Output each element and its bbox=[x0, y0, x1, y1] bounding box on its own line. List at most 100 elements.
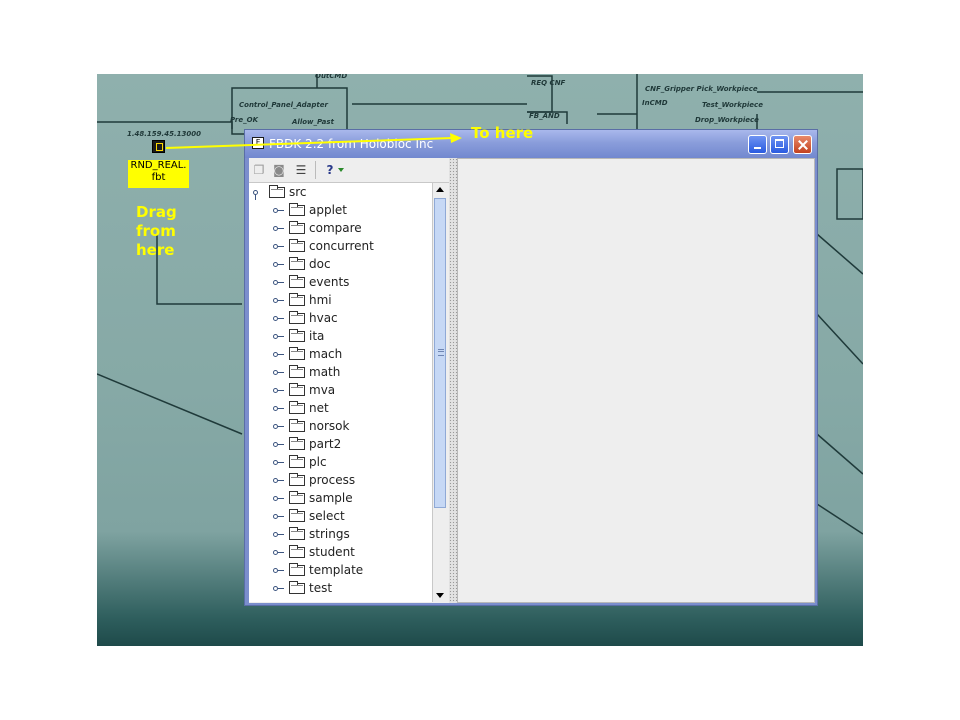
folder-icon bbox=[269, 185, 285, 198]
tree-item-label: concurrent bbox=[309, 239, 374, 253]
note-line-here: here bbox=[136, 241, 175, 259]
tree-item-label: hvac bbox=[309, 311, 338, 325]
close-button[interactable] bbox=[793, 135, 812, 154]
source-tree[interactable]: src applet compare concurrent doc events hmi hv… bbox=[249, 183, 432, 602]
bg-label-fb-and: FB_AND bbox=[529, 112, 560, 120]
bg-label-drop-workpiece: Drop_Workpiece bbox=[695, 116, 759, 124]
fbdk-window: F FBDK 2.2 from Holobloc Inc ❐ ◙ ☰ ? src… bbox=[244, 129, 818, 606]
tree-item-label: template bbox=[309, 563, 364, 577]
navigator-toolbar: ❐ ◙ ☰ ? bbox=[249, 158, 449, 183]
note-line-drag: Drag bbox=[136, 203, 177, 221]
collapsed-node-icon[interactable] bbox=[273, 403, 284, 413]
tree-item-label: events bbox=[309, 275, 350, 289]
collapsed-node-icon[interactable] bbox=[273, 565, 284, 575]
scroll-grip-icon bbox=[438, 349, 444, 356]
tree-item-label: math bbox=[309, 365, 341, 379]
list-icon[interactable]: ☰ bbox=[293, 162, 309, 178]
fbt-file-icon[interactable] bbox=[152, 140, 165, 153]
tree-item-label: mva bbox=[309, 383, 336, 397]
tree-item-label: compare bbox=[309, 221, 362, 235]
collapsed-node-icon[interactable] bbox=[273, 367, 284, 377]
folder-icon bbox=[289, 239, 305, 252]
folder-icon bbox=[289, 401, 305, 414]
pane-splitter[interactable] bbox=[449, 158, 457, 603]
bg-label-req-cnf: REQ CNF bbox=[531, 79, 566, 87]
collapsed-node-icon[interactable] bbox=[273, 493, 284, 503]
collapsed-node-icon[interactable] bbox=[273, 475, 284, 485]
folder-icon bbox=[289, 275, 305, 288]
collapsed-node-icon[interactable] bbox=[273, 313, 284, 323]
collapsed-node-icon[interactable] bbox=[273, 223, 284, 233]
copy-icon[interactable]: ❐ bbox=[251, 162, 267, 178]
collapsed-node-icon[interactable] bbox=[273, 331, 284, 341]
folder-icon bbox=[289, 545, 305, 558]
collapsed-node-icon[interactable] bbox=[273, 277, 284, 287]
scroll-thumb[interactable] bbox=[434, 198, 446, 508]
collapsed-node-icon[interactable] bbox=[273, 511, 284, 521]
collapsed-node-icon[interactable] bbox=[273, 385, 284, 395]
tree-item-label: applet bbox=[309, 203, 348, 217]
tree-item-label: plc bbox=[309, 455, 327, 469]
help-dropdown-icon[interactable] bbox=[338, 168, 344, 172]
bg-label-incmd: InCMD bbox=[642, 99, 668, 107]
collapsed-node-icon[interactable] bbox=[273, 421, 284, 431]
collapsed-node-icon[interactable] bbox=[273, 259, 284, 269]
folder-icon bbox=[289, 221, 305, 234]
folder-icon bbox=[289, 581, 305, 594]
tree-item-label: process bbox=[309, 473, 356, 487]
collapsed-node-icon[interactable] bbox=[273, 205, 284, 215]
folder-icon bbox=[289, 437, 305, 450]
folder-icon bbox=[289, 473, 305, 486]
drag-from-note: Drag from here bbox=[136, 203, 177, 260]
tree-item-label: part2 bbox=[309, 437, 342, 451]
collapsed-node-icon[interactable] bbox=[273, 457, 284, 467]
tree-item-label: hmi bbox=[309, 293, 332, 307]
folder-icon bbox=[289, 455, 305, 468]
collapsed-node-icon[interactable] bbox=[273, 547, 284, 557]
tree-item-label: mach bbox=[309, 347, 343, 361]
tree-item-label: doc bbox=[309, 257, 331, 271]
folder-icon bbox=[289, 419, 305, 432]
tree-item-label: select bbox=[309, 509, 345, 523]
tree-item-label: test bbox=[309, 581, 333, 595]
folder-icon bbox=[289, 383, 305, 396]
bg-label-control-panel: Control_Panel_Adapter bbox=[239, 101, 329, 109]
folder-icon bbox=[289, 329, 305, 342]
bg-label-cnf-gripper: CNF_Gripper Pick_Workpiece bbox=[645, 85, 758, 93]
bg-label-ip: 1.48.159.45.13000 bbox=[127, 130, 201, 138]
folder-icon bbox=[289, 491, 305, 504]
folder-icon bbox=[289, 293, 305, 306]
collapsed-node-icon[interactable] bbox=[273, 439, 284, 449]
editor-pane[interactable] bbox=[457, 158, 815, 603]
bg-label-allow-past: Allow_Past bbox=[291, 118, 335, 126]
tree-item-label: strings bbox=[309, 527, 350, 541]
drag-item-name: RND_REAL. bbox=[130, 160, 187, 171]
folder-icon bbox=[289, 257, 305, 270]
folder-icon bbox=[289, 203, 305, 216]
note-line-from: from bbox=[136, 222, 176, 240]
collapsed-node-icon[interactable] bbox=[273, 529, 284, 539]
folder-icon bbox=[289, 365, 305, 378]
collapsed-node-icon[interactable] bbox=[273, 349, 284, 359]
binoculars-icon[interactable]: ◙ bbox=[271, 162, 287, 178]
toolbar-separator bbox=[315, 161, 316, 179]
navigator-pane: ❐ ◙ ☰ ? src applet compare concurrent doc eve… bbox=[249, 158, 449, 603]
collapsed-node-icon[interactable] bbox=[273, 241, 284, 251]
to-here-note: To here bbox=[471, 124, 534, 142]
collapsed-node-icon[interactable] bbox=[273, 583, 284, 593]
collapsed-node-icon[interactable] bbox=[273, 295, 284, 305]
help-icon[interactable]: ? bbox=[320, 162, 340, 178]
folder-icon bbox=[289, 347, 305, 360]
scroll-down-button[interactable] bbox=[433, 588, 448, 602]
tree-item-label: ita bbox=[309, 329, 325, 343]
maximize-button[interactable] bbox=[770, 135, 789, 154]
folder-icon bbox=[289, 311, 305, 324]
tree-vertical-scrollbar[interactable] bbox=[432, 183, 448, 602]
scroll-up-button[interactable] bbox=[433, 183, 448, 197]
bg-label-test-workpiece: Test_Workpiece bbox=[702, 101, 763, 109]
tree-item-label: net bbox=[309, 401, 329, 415]
drag-item-label[interactable]: RND_REAL. fbt bbox=[128, 160, 189, 188]
expanded-node-icon[interactable] bbox=[253, 187, 263, 200]
app-icon[interactable]: F bbox=[252, 137, 264, 149]
minimize-button[interactable] bbox=[748, 135, 767, 154]
